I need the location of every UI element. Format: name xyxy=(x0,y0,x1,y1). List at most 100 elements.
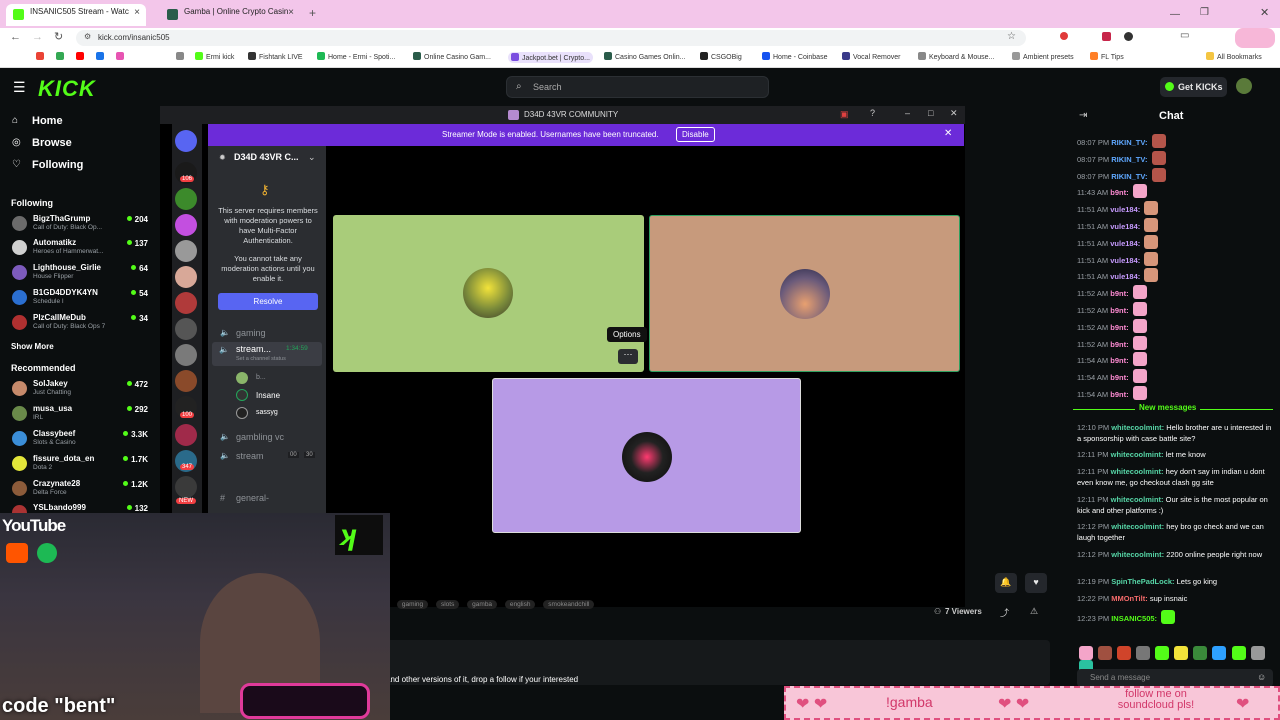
emote-icon[interactable] xyxy=(1212,646,1227,660)
kick-logo[interactable]: KICK xyxy=(38,76,96,102)
bookmark-item[interactable]: CSGOBig xyxy=(700,52,742,61)
chat-username[interactable]: b9nt: xyxy=(1110,356,1128,365)
bookmark-icon[interactable] xyxy=(176,52,187,61)
chat-username[interactable]: whitecoolmint: xyxy=(1111,495,1164,504)
chat-username[interactable]: INSANIC505: xyxy=(1111,614,1157,623)
video-tile-speaking[interactable] xyxy=(649,215,960,372)
bookmark-item[interactable]: FL Tips xyxy=(1090,52,1124,61)
bookmark-icon[interactable] xyxy=(96,52,107,61)
recommended-item[interactable]: musa_usa IRL 292 xyxy=(0,403,160,427)
server-icon[interactable] xyxy=(175,292,197,314)
bookmark-maps-icon[interactable] xyxy=(56,52,67,61)
recommended-item[interactable]: fissure_dota_en Dota 2 1.7K xyxy=(0,453,160,477)
chat-username[interactable]: vule184: xyxy=(1110,239,1140,248)
following-item[interactable]: BigzThaGrump Call of Duty: Black Op... 2… xyxy=(0,213,160,237)
bookmark-item[interactable]: Jackpot.bet | Crypto... xyxy=(508,52,593,63)
emote-icon[interactable] xyxy=(1079,646,1093,660)
server-icon[interactable] xyxy=(175,266,197,288)
emote-icon[interactable] xyxy=(1231,646,1246,660)
chat-username[interactable]: b9nt: xyxy=(1110,323,1128,332)
following-item[interactable]: B1GD4DDYK4YN Schedule I 54 xyxy=(0,287,160,311)
maximize-icon[interactable]: ❐ xyxy=(1200,7,1209,18)
bookmark-item[interactable]: Keyboard & Mouse... xyxy=(918,52,994,61)
help-icon[interactable]: ? xyxy=(870,108,875,118)
tag[interactable]: gamba xyxy=(467,600,498,609)
channel-general[interactable]: general- xyxy=(236,493,269,503)
chat-input[interactable]: Send a message ☺ xyxy=(1077,669,1273,687)
active-voice-channel[interactable]: 🔈 stream... 1:34:59 Set a channel status xyxy=(212,342,322,366)
chat-username[interactable]: vule184: xyxy=(1110,256,1140,265)
close-window-icon[interactable]: ✕ xyxy=(1260,6,1269,19)
emote-icon[interactable] xyxy=(1174,646,1189,660)
chat-username[interactable]: b9nt: xyxy=(1110,390,1128,399)
chat-username[interactable]: RIKIN_TV: xyxy=(1111,172,1147,181)
bookmark-item[interactable]: Casino Games Onlin... xyxy=(604,52,685,61)
minimize-icon[interactable]: – xyxy=(905,108,910,118)
server-icon[interactable] xyxy=(175,240,197,262)
resolve-button[interactable]: Resolve xyxy=(218,293,318,310)
video-tile[interactable] xyxy=(333,215,644,372)
forward-icon[interactable]: → xyxy=(32,31,43,43)
bookmark-item[interactable]: Home - Coinbase xyxy=(762,52,827,61)
extension-icon[interactable] xyxy=(1124,32,1133,41)
server-icon[interactable] xyxy=(175,318,197,340)
bookmark-star-icon[interactable]: ☆ xyxy=(1007,31,1016,42)
bookmark-icon[interactable] xyxy=(116,52,127,61)
member-name[interactable]: Insane xyxy=(256,391,280,400)
server-name[interactable]: D34D 43VR C... xyxy=(234,152,299,162)
bookmark-item[interactable]: Ermi kick xyxy=(195,52,234,61)
share-icon[interactable]: ⤴ xyxy=(1000,606,1009,619)
close-icon[interactable]: × xyxy=(134,7,140,18)
close-icon[interactable]: × xyxy=(288,7,294,18)
bookmark-item[interactable]: Vocal Remover xyxy=(842,52,900,61)
channel-gambling-vc[interactable]: gambling vc xyxy=(236,432,284,442)
chat-username[interactable]: RIKIN_TV: xyxy=(1111,155,1147,164)
collapse-chat-icon[interactable]: ⇥ xyxy=(1079,110,1087,121)
tab-gamba[interactable]: Gamba | Online Crypto Casin × xyxy=(160,4,300,26)
get-kicks-button[interactable]: Get KICKs xyxy=(1160,77,1227,97)
chat-username[interactable]: vule184: xyxy=(1110,222,1140,231)
server-icon[interactable] xyxy=(175,188,197,210)
chat-username[interactable]: SpinThePadLock: xyxy=(1111,577,1174,586)
tab-active[interactable]: INSANIC505 Stream - Watc × xyxy=(6,4,146,26)
server-icon[interactable] xyxy=(175,214,197,236)
chat-username[interactable]: b9nt: xyxy=(1110,289,1128,298)
emoji-icon[interactable]: ☺ xyxy=(1257,672,1266,682)
following-item[interactable]: Automatikz Heroes of Hammerwat... 137 xyxy=(0,237,160,261)
report-icon[interactable]: ⚠ xyxy=(1030,606,1038,617)
emote-icon[interactable] xyxy=(1193,646,1208,660)
server-icon[interactable] xyxy=(175,476,197,498)
recommended-item[interactable]: Crazynate28 Delta Force 1.2K xyxy=(0,478,160,502)
channel-gaming[interactable]: gaming xyxy=(236,328,266,338)
recommended-item[interactable]: Classybeef Slots & Casino 3.3K xyxy=(0,428,160,452)
chat-username[interactable]: RIKIN_TV: xyxy=(1111,138,1147,147)
server-icon[interactable] xyxy=(175,370,197,392)
inbox-icon[interactable]: ▣ xyxy=(840,109,849,120)
tag[interactable]: english xyxy=(504,600,536,609)
maximize-icon[interactable]: □ xyxy=(928,108,933,118)
emote-icon[interactable] xyxy=(1155,646,1170,660)
bookmark-item[interactable]: Ambient presets xyxy=(1012,52,1074,61)
sidebar-icon[interactable]: ▭ xyxy=(1180,30,1189,41)
options-button[interactable]: ⋯ xyxy=(618,349,638,364)
chat-username[interactable]: whitecoolmint: xyxy=(1111,450,1164,459)
tag[interactable]: smokeandchill xyxy=(543,600,595,609)
chat-username[interactable]: vule184: xyxy=(1110,205,1140,214)
emote-icon[interactable] xyxy=(1136,646,1151,660)
tag[interactable]: slots xyxy=(435,600,460,609)
site-info-icon[interactable]: ⚙ xyxy=(84,32,91,41)
chat-username[interactable]: MMOnTilt: xyxy=(1111,594,1148,603)
emote-icon[interactable] xyxy=(1098,646,1113,660)
menu-icon[interactable]: ☰ xyxy=(13,79,26,96)
nav-browse[interactable]: Browse xyxy=(32,137,72,149)
chat-username[interactable]: b9nt: xyxy=(1110,373,1128,382)
bookmark-item[interactable]: Online Casino Gam... xyxy=(413,52,491,61)
minimize-icon[interactable]: — xyxy=(1170,9,1180,20)
server-icon[interactable] xyxy=(175,344,197,366)
chat-username[interactable]: vule184: xyxy=(1110,272,1140,281)
recommended-item[interactable]: SolJakey Just Chatting 472 xyxy=(0,378,160,402)
new-tab-button[interactable]: + xyxy=(309,6,316,20)
bookmark-youtube-icon[interactable] xyxy=(76,52,87,61)
bookmark-item[interactable]: All Bookmarks xyxy=(1206,52,1262,61)
tag[interactable]: gaming xyxy=(396,600,429,609)
